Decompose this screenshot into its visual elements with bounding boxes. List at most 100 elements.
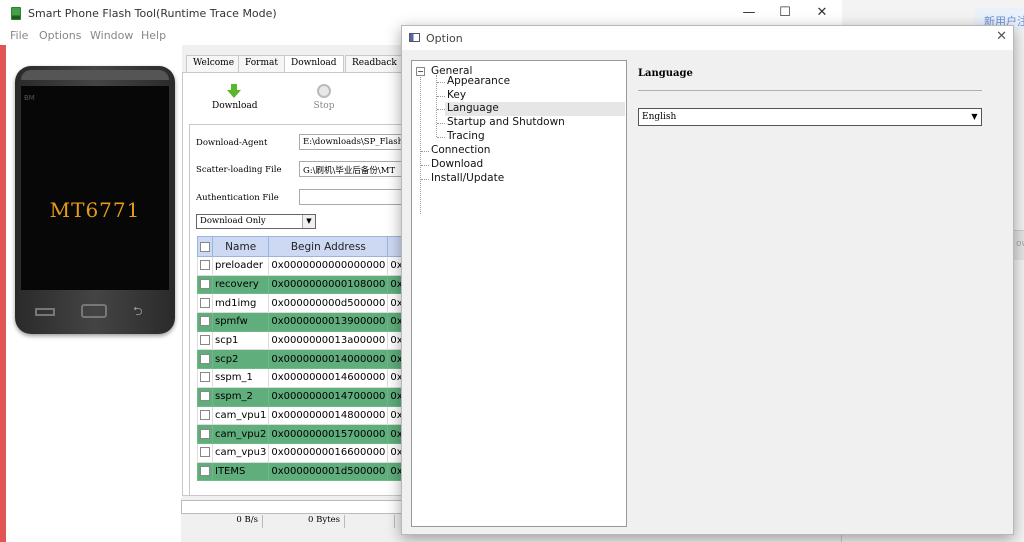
language-select[interactable]: English ▼ — [638, 108, 982, 126]
tree-connector — [437, 137, 445, 138]
tree-guide-line — [436, 75, 437, 137]
row-checkbox[interactable] — [200, 447, 210, 458]
table-row[interactable]: recovery0x00000000001080000x00 — [197, 274, 419, 295]
tree-item-download[interactable]: Download — [431, 158, 483, 170]
menu-file[interactable]: File — [10, 29, 28, 42]
background-side-text: ow — [1016, 239, 1024, 249]
options-tree: − General Appearance Key Language Startu… — [411, 60, 627, 527]
partition-name: scp2 — [211, 349, 270, 370]
table-row[interactable]: scp10x0000000013a000000x00 — [197, 330, 419, 351]
table-row[interactable]: preloader0x00000000000000000x00 — [197, 256, 419, 276]
begin-address: 0x0000000014600000 — [268, 368, 389, 388]
row-checkbox-cell[interactable] — [197, 330, 213, 351]
tree-guide-line — [420, 77, 421, 214]
tree-item-key[interactable]: Key — [447, 89, 466, 101]
row-checkbox[interactable] — [200, 316, 210, 327]
menu-window[interactable]: Window — [90, 29, 133, 42]
tree-connector — [437, 96, 445, 97]
tab-download[interactable]: Download — [284, 55, 344, 73]
dialog-close-icon[interactable]: ✕ — [996, 29, 1007, 44]
row-checkbox[interactable] — [200, 428, 210, 439]
table-row[interactable]: spmfw0x00000000139000000x00 — [197, 312, 419, 332]
row-checkbox-cell[interactable] — [197, 461, 213, 482]
row-checkbox-cell[interactable] — [197, 256, 213, 276]
row-checkbox-cell[interactable] — [197, 405, 213, 426]
row-checkbox[interactable] — [200, 391, 210, 402]
download-mode-select[interactable]: Download Only ▼ — [196, 214, 316, 229]
tree-item-connection[interactable]: Connection — [431, 144, 490, 156]
tab-format[interactable]: Format — [238, 55, 285, 72]
partition-name: sspm_1 — [211, 368, 270, 388]
select-all-header[interactable] — [197, 236, 213, 257]
table-row[interactable]: md1img0x000000000d5000000x00 — [197, 293, 419, 314]
table-row[interactable]: scp20x00000000140000000x00 — [197, 349, 419, 370]
maximize-button[interactable]: ☐ — [771, 4, 799, 22]
row-checkbox[interactable] — [200, 279, 210, 290]
row-checkbox[interactable] — [200, 465, 210, 476]
tree-connector — [437, 109, 445, 110]
stop-icon — [317, 84, 331, 98]
minimize-button[interactable]: — — [735, 4, 763, 22]
phone-brand: BM — [24, 94, 35, 102]
tree-item-startup[interactable]: Startup and Shutdown — [447, 116, 565, 128]
auth-file-field[interactable] — [299, 189, 404, 205]
scatter-file-field[interactable]: G:\刷机\毕业后备份\MT — [299, 161, 404, 177]
row-checkbox[interactable] — [200, 353, 210, 364]
tree-connector — [421, 165, 429, 166]
row-checkbox-cell[interactable] — [197, 312, 213, 332]
row-checkbox-cell[interactable] — [197, 442, 213, 463]
table-row[interactable]: cam_vpu30x00000000166000000x00 — [197, 442, 419, 463]
table-row[interactable]: cam_vpu10x00000000148000000x00 — [197, 405, 419, 426]
tree-item-tracing[interactable]: Tracing — [447, 130, 485, 142]
tree-connector — [421, 151, 429, 152]
table-row[interactable]: sspm_20x00000000147000000x00 — [197, 386, 419, 407]
row-checkbox[interactable] — [200, 372, 210, 383]
tree-item-install-update[interactable]: Install/Update — [431, 172, 504, 184]
partition-name: cam_vpu1 — [211, 405, 270, 426]
stop-button[interactable]: Stop — [306, 84, 342, 111]
begin-address: 0x0000000016600000 — [268, 442, 389, 463]
row-checkbox[interactable] — [200, 409, 210, 420]
menu-options[interactable]: Options — [39, 29, 81, 42]
phone-screen: BM MT6771 — [21, 86, 169, 290]
menu-help[interactable]: Help — [141, 29, 166, 42]
dialog-title: Option — [426, 32, 463, 45]
collapse-icon[interactable]: − — [416, 67, 425, 76]
begin-address: 0x0000000000108000 — [268, 274, 389, 295]
row-checkbox-cell[interactable] — [197, 293, 213, 314]
row-checkbox-cell[interactable] — [197, 368, 213, 388]
table-row[interactable]: cam_vpu20x00000000157000000x00 — [197, 424, 419, 444]
download-agent-label: Download-Agent — [196, 138, 268, 148]
close-button[interactable]: ✕ — [808, 4, 836, 22]
column-begin-address[interactable]: Begin Address — [268, 236, 389, 257]
status-bar: 0 B/s 0 Bytes — [181, 498, 403, 542]
tab-welcome[interactable]: Welcome — [186, 55, 242, 72]
table-row[interactable]: sspm_10x00000000146000000x00 — [197, 368, 419, 388]
download-button[interactable]: Download — [212, 84, 258, 111]
tree-connector — [437, 123, 445, 124]
phone-app-icon — [11, 7, 21, 20]
row-checkbox-cell[interactable] — [197, 349, 213, 370]
partition-name: preloader — [211, 256, 270, 276]
row-checkbox-cell[interactable] — [197, 274, 213, 295]
begin-address: 0x000000001d500000 — [268, 461, 389, 482]
column-name[interactable]: Name — [211, 236, 270, 257]
row-checkbox-cell[interactable] — [197, 424, 213, 444]
table-row[interactable]: ITEMS0x000000001d5000000x00 — [197, 461, 419, 482]
tab-readback[interactable]: Readback — [345, 55, 404, 72]
begin-address: 0x0000000000000000 — [268, 256, 389, 276]
select-all-checkbox[interactable] — [200, 241, 210, 252]
transferred-bytes: 0 Bytes — [263, 515, 345, 528]
tree-item-language[interactable]: Language — [447, 102, 499, 114]
begin-address: 0x0000000014800000 — [268, 405, 389, 426]
section-title: Language — [638, 68, 693, 79]
row-checkbox-cell[interactable] — [197, 386, 213, 407]
table-header-row: Name Begin Address — [197, 236, 419, 257]
row-checkbox[interactable] — [200, 260, 210, 271]
row-checkbox[interactable] — [200, 335, 210, 346]
tree-item-appearance[interactable]: Appearance — [447, 75, 510, 87]
row-checkbox[interactable] — [200, 297, 210, 308]
transfer-speed: 0 B/s — [181, 515, 263, 528]
partition-name: spmfw — [211, 312, 270, 332]
download-agent-field[interactable]: E:\downloads\SP_Flash — [299, 134, 404, 150]
